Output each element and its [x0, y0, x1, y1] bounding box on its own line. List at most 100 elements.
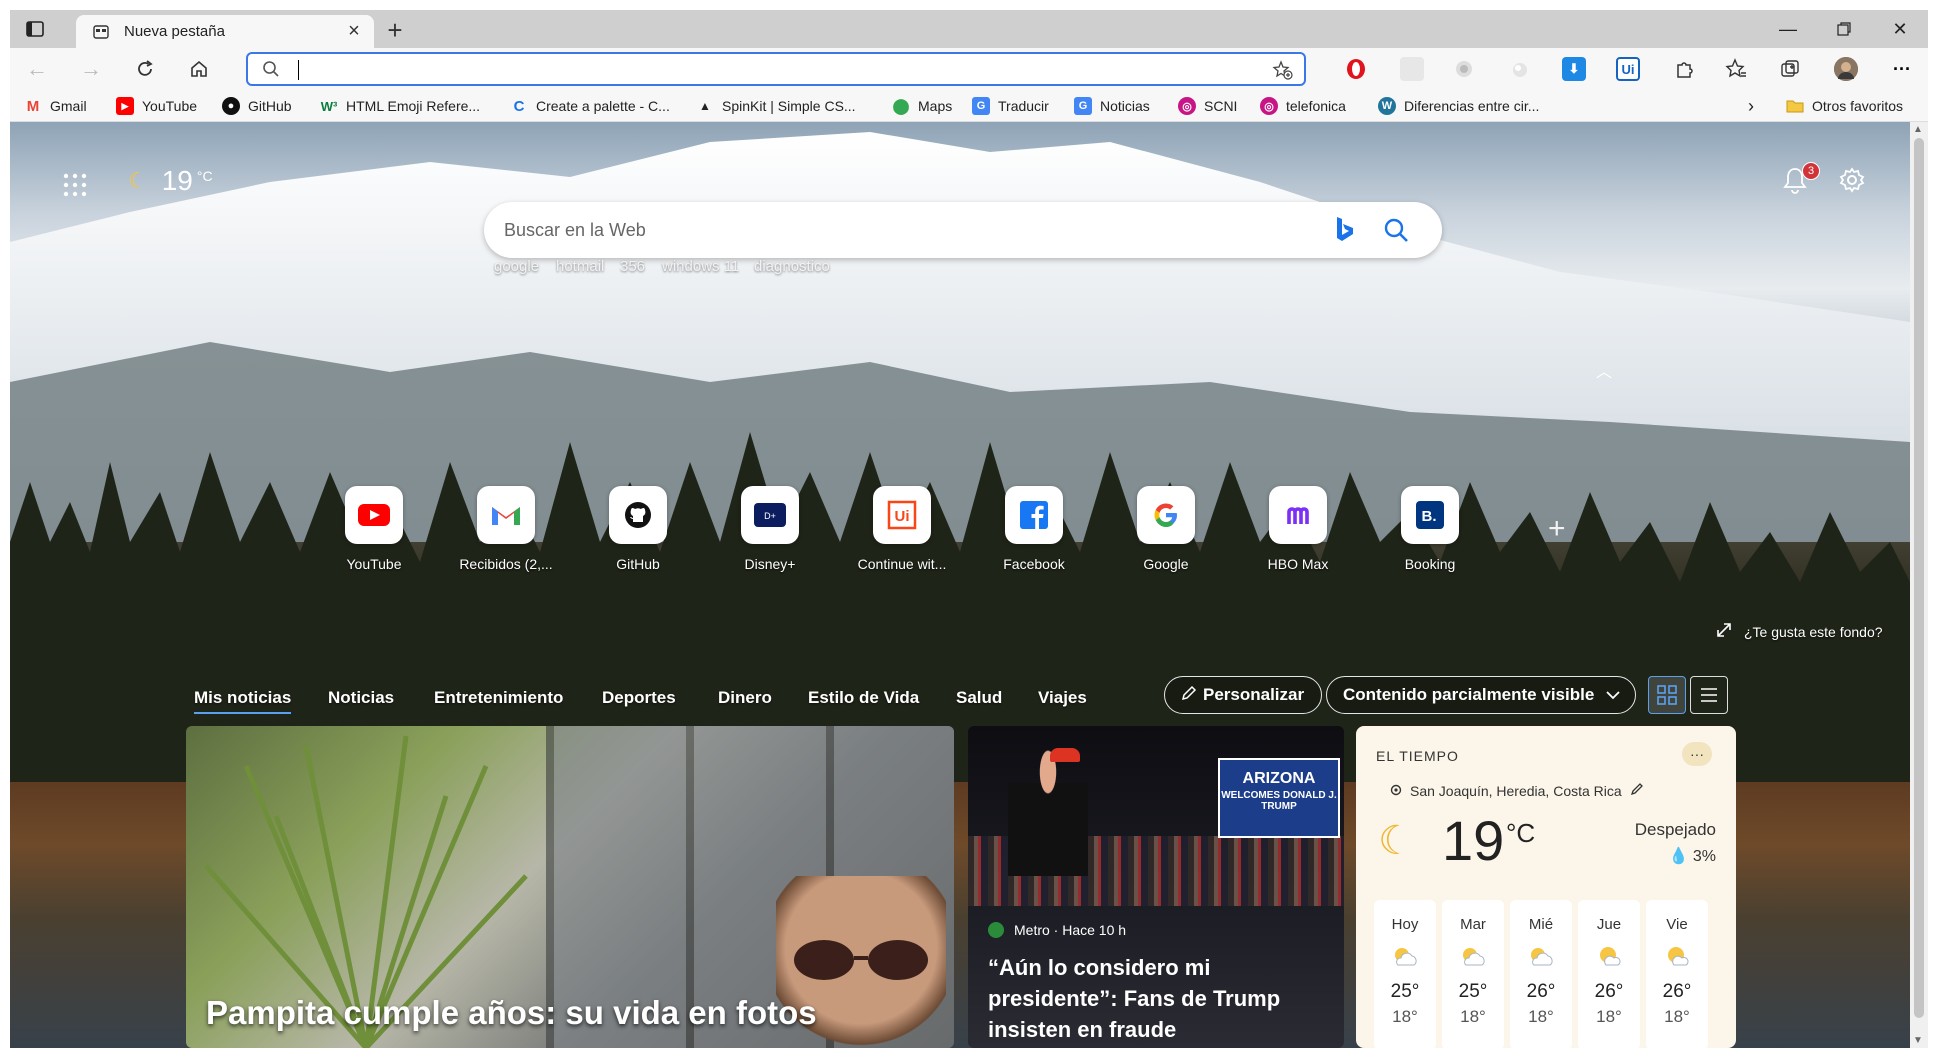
edit-pencil-icon[interactable]	[1630, 782, 1644, 799]
new-tab-page-icon	[92, 23, 110, 41]
download-icon[interactable]: ⬇	[1562, 57, 1586, 81]
bookmark-diferencias[interactable]: W Diferencias entre cir...	[1378, 95, 1539, 117]
opera-icon[interactable]	[1344, 57, 1368, 81]
blank-extension-icon-2[interactable]	[1452, 57, 1476, 81]
weather-card[interactable]: EL TIEMPO ··· San Joaquín, Heredia, Cost…	[1356, 726, 1736, 1048]
scroll-down-icon[interactable]: ▼	[1913, 1035, 1923, 1046]
refresh-button[interactable]	[128, 54, 162, 84]
bing-icon[interactable]	[1334, 215, 1360, 245]
add-favorite-icon[interactable]	[1272, 60, 1294, 80]
search-icon[interactable]	[1382, 216, 1412, 246]
forecast-day[interactable]: Mié 26° 18°	[1510, 900, 1572, 1048]
grid-view-button[interactable]	[1648, 676, 1686, 714]
quick-link-gmail[interactable]: Recibidos (2,...	[456, 486, 556, 586]
address-input[interactable]	[296, 58, 1246, 82]
chevron-right-icon[interactable]: ›	[1748, 95, 1754, 117]
more-icon[interactable]: ···	[1890, 57, 1914, 81]
tab-actions-icon[interactable]	[24, 19, 46, 39]
quick-link-hbomax[interactable]: HBO Max	[1248, 486, 1348, 586]
svg-text:Ui: Ui	[895, 508, 910, 525]
bookmark-spinkit[interactable]: ▲ SpinKit | Simple CS...	[696, 95, 856, 117]
bookmark-telefonica[interactable]: ◎ telefonica	[1260, 95, 1346, 117]
news-source: Metro · Hace 10 h	[988, 922, 1126, 938]
forecast-day[interactable]: Hoy 25° 18°	[1374, 900, 1436, 1048]
search-suggestion[interactable]: windows 11	[662, 258, 739, 275]
weather-header: EL TIEMPO	[1376, 748, 1459, 764]
web-search-box[interactable]: Buscar en la Web	[484, 202, 1442, 258]
new-tab-button[interactable]: +	[380, 15, 410, 45]
tab-salud[interactable]: Salud	[956, 688, 1002, 708]
bookmark-github[interactable]: ● GitHub	[222, 95, 292, 117]
secondary-headline[interactable]: “Aún lo considero mi presidente”: Fans d…	[988, 952, 1328, 1045]
sunny-cloud-icon	[1594, 945, 1624, 967]
puzzle-icon[interactable]	[1672, 57, 1696, 81]
close-window-button[interactable]: ✕	[1872, 10, 1928, 48]
bookmark-youtube[interactable]: ▶ YouTube	[116, 95, 197, 117]
apps-grid-icon[interactable]	[62, 172, 88, 198]
profile-avatar[interactable]	[1834, 57, 1858, 81]
forecast-day[interactable]: Jue 26° 18°	[1578, 900, 1640, 1048]
tab-estilo-de-vida[interactable]: Estilo de Vida	[808, 688, 919, 708]
more-options-icon[interactable]: ···	[1682, 742, 1712, 766]
tab-mis-noticias[interactable]: Mis noticias	[194, 688, 292, 714]
search-suggestion[interactable]: 356	[620, 258, 645, 275]
gear-icon[interactable]	[1838, 166, 1868, 196]
bookmark-scni[interactable]: ◎ SCNI	[1178, 95, 1237, 117]
address-bar[interactable]	[246, 52, 1306, 86]
weather-location[interactable]: San Joaquín, Heredia, Costa Rica	[1390, 782, 1644, 799]
blank-extension-icon-3[interactable]	[1508, 57, 1532, 81]
more-suggestions-icon[interactable]: ···	[874, 254, 898, 275]
quick-link-github[interactable]: GitHub	[588, 486, 688, 586]
uipath-icon: Ui	[873, 486, 931, 544]
forecast-day[interactable]: Vie 26° 18°	[1646, 900, 1708, 1048]
chevron-up-icon[interactable]: ︿	[1596, 358, 1614, 381]
forward-button[interactable]: →	[74, 54, 108, 84]
tab-noticias[interactable]: Noticias	[328, 688, 394, 708]
tab-new-tab[interactable]: Nueva pestaña ×	[76, 15, 374, 48]
back-button[interactable]: ←	[20, 54, 54, 84]
quick-link-booking[interactable]: B. Booking	[1380, 486, 1480, 586]
tab-entretenimiento[interactable]: Entretenimiento	[434, 688, 563, 708]
tab-dinero[interactable]: Dinero	[718, 688, 772, 708]
search-suggestion[interactable]: hotmail	[556, 258, 604, 275]
list-view-button[interactable]	[1690, 676, 1728, 714]
uipath-icon[interactable]: Ui	[1616, 57, 1640, 81]
bookmark-maps[interactable]: ⬤ Maps	[892, 95, 953, 117]
news-card-main[interactable]: Pampita cumple años: su vida en fotos	[186, 726, 954, 1048]
other-favorites[interactable]: Otros favoritos	[1786, 95, 1903, 117]
quick-link-disney[interactable]: D+ Disney+	[720, 486, 820, 586]
tab-deportes[interactable]: Deportes	[602, 688, 676, 708]
scroll-up-icon[interactable]: ▲	[1913, 124, 1923, 135]
content-visibility-dropdown[interactable]: Contenido parcialmente visible	[1326, 676, 1636, 714]
bookmark-noticias[interactable]: G Noticias	[1074, 95, 1150, 117]
bookmark-traducir[interactable]: G Traducir	[972, 95, 1049, 117]
svg-text:B.: B.	[1422, 508, 1437, 525]
quick-link-youtube[interactable]: YouTube	[324, 486, 424, 586]
search-suggestion[interactable]: google	[494, 258, 539, 275]
favorites-icon[interactable]	[1724, 57, 1748, 81]
home-button[interactable]	[182, 54, 216, 84]
minimize-button[interactable]: —	[1760, 10, 1816, 48]
quick-link-facebook[interactable]: Facebook	[984, 486, 1084, 586]
restore-button[interactable]	[1816, 10, 1872, 48]
quick-link-uipath[interactable]: Ui Continue wit...	[852, 486, 952, 586]
add-quick-link-button[interactable]: +	[1548, 512, 1566, 546]
bookmark-palette[interactable]: C Create a palette - C...	[510, 95, 670, 117]
news-card-secondary[interactable]: ARIZONA WELCOMES DONALD J. TRUMP Metro · …	[968, 726, 1344, 1048]
translate-icon: G	[972, 97, 990, 115]
personalize-button[interactable]: Personalizar	[1164, 676, 1322, 714]
collections-icon[interactable]	[1778, 57, 1802, 81]
weather-mini[interactable]: ☾ 19 °C	[128, 164, 213, 198]
main-headline[interactable]: Pampita cumple años: su vida en fotos	[206, 994, 817, 1032]
search-suggestion[interactable]: diagnostico	[754, 258, 830, 275]
quick-link-google[interactable]: Google	[1116, 486, 1216, 586]
close-tab-icon[interactable]: ×	[340, 18, 368, 46]
bookmark-html-emoji[interactable]: W³ HTML Emoji Refere...	[320, 95, 480, 117]
scrollbar-thumb[interactable]	[1914, 138, 1924, 1018]
forecast-day[interactable]: Mar 25° 18°	[1442, 900, 1504, 1048]
blank-extension-icon[interactable]	[1400, 57, 1424, 81]
background-feedback[interactable]: ¿Te gusta este fondo?	[1716, 622, 1883, 641]
bookmark-gmail[interactable]: M Gmail	[24, 95, 87, 117]
tab-viajes[interactable]: Viajes	[1038, 688, 1087, 708]
vertical-scrollbar[interactable]: ▲ ▼	[1910, 122, 1928, 1048]
